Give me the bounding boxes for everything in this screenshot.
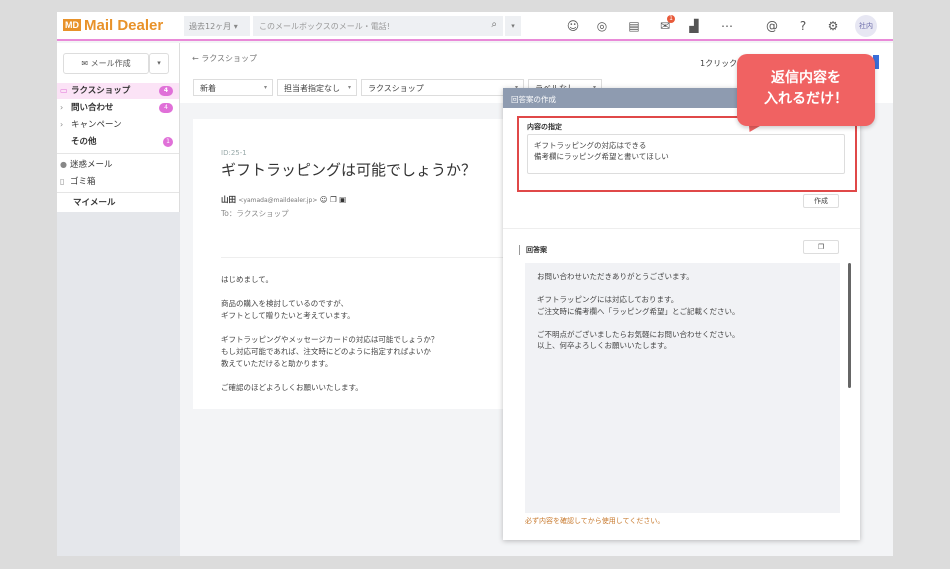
sidebar-item-my-mail[interactable]: マイメール	[57, 195, 179, 211]
divider	[57, 153, 179, 154]
contact-card-icon[interactable]: ▣	[339, 195, 346, 204]
content-input[interactable]: ギフトラッピングの対応はできる 備考欄にラッピング希望と書いてほしい	[527, 134, 845, 174]
top-header: MD Mail Dealer 過去12ヶ月 ▾ このメールボックスのメール・電話!…	[57, 12, 893, 41]
answer-label: 回答案	[519, 245, 547, 255]
logo[interactable]: MD Mail Dealer	[63, 17, 163, 34]
callout-line: 返信内容を	[771, 70, 841, 86]
trash-icon: ▯	[60, 177, 65, 186]
sidebar-item-inquiry[interactable]: › 問い合わせ 4	[57, 100, 179, 116]
gear-icon[interactable]: ⚙	[825, 18, 841, 34]
unread-count: 1	[163, 137, 173, 147]
copy-icon[interactable]: ❐	[330, 195, 337, 204]
spam-icon: ●	[60, 160, 67, 169]
search-input[interactable]: このメールボックスのメール・電話! ⌕	[253, 16, 503, 36]
expand-icon[interactable]: ›	[60, 100, 63, 116]
logo-mark: MD	[63, 19, 81, 31]
scrollbar[interactable]	[848, 263, 851, 388]
notification-badge: 1	[667, 15, 675, 23]
sidebar-item-label: その他	[71, 137, 97, 147]
sidebar-item-other[interactable]: その他 1	[57, 134, 179, 150]
answer-text[interactable]: お問い合わせいただきありがとうございます。 ギフトラッピングには対応しております…	[525, 263, 840, 513]
email-body: はじめまして。 商品の購入を検討しているのですが、 ギフトとして贈りたいと考えて…	[221, 275, 439, 392]
period-select[interactable]: 過去12ヶ月 ▾	[184, 16, 250, 36]
expand-icon[interactable]: ›	[60, 117, 63, 133]
sidebar-item-label: 問い合わせ	[71, 103, 114, 113]
mailbox-filter[interactable]: ラクスショップ▾	[361, 79, 524, 96]
divider	[57, 192, 179, 193]
help-icon[interactable]: ?	[795, 18, 811, 34]
inbox-icon: ▭	[60, 86, 68, 95]
copy-button[interactable]: ❐	[803, 240, 839, 254]
period-label: 過去12ヶ月	[189, 22, 232, 31]
divider	[503, 228, 860, 229]
breadcrumb-label: ラクスショップ	[201, 54, 258, 63]
filter-label: 新着	[200, 84, 216, 93]
unread-count: 4	[159, 86, 173, 96]
email-subject: ギフトラッピングは可能でしょうか？	[221, 161, 477, 179]
sidebar-item-campaign[interactable]: › キャンペーン	[57, 117, 179, 133]
sidebar-panel: ✉ メール作成 ▾ ▭ ラクスショップ 4 › 問い合わせ 4 › キャンペーン その他 1…	[57, 43, 180, 212]
avatar[interactable]: 社内	[855, 15, 877, 37]
divider	[221, 257, 511, 258]
chart-icon[interactable]: ▟	[686, 18, 702, 34]
sidebar-item-label: キャンペーン	[71, 120, 122, 130]
callout-bubble: 返信内容を入れるだけ！	[737, 54, 875, 126]
chevron-down-icon: ▾	[347, 84, 351, 91]
document-icon[interactable]: ▤	[626, 18, 642, 34]
email-to: To：ラクスショップ	[221, 209, 289, 218]
breadcrumb[interactable]: ← ラクスショップ	[192, 53, 257, 64]
sidebar-item-label: マイメール	[73, 198, 116, 208]
search-placeholder: このメールボックスのメール・電話!	[259, 22, 390, 31]
email-id: ID:25-1	[221, 149, 247, 157]
create-button[interactable]: 作成	[803, 194, 839, 208]
email-from: 山田 <yamada@maildealer.jp> ☺ ❐ ▣	[221, 194, 346, 205]
unread-count: 4	[159, 103, 173, 113]
compose-button[interactable]: ✉ メール作成	[63, 53, 149, 74]
sidebar: ✉ メール作成 ▾ ▭ ラクスショップ 4 › 問い合わせ 4 › キャンペーン その他 1…	[57, 43, 180, 556]
content-spec-section: 内容の指定 ギフトラッピングの対応はできる 備考欄にラッピング希望と書いてほしい	[517, 116, 857, 192]
compose-label: メール作成	[90, 59, 131, 68]
warning-text: 必ず内容を確認してから使用してください。	[525, 517, 665, 525]
more-icon[interactable]: ⋯	[719, 18, 735, 34]
search-icon[interactable]: ⌕	[491, 19, 497, 30]
email-card: ID:25-1 ギフトラッピングは可能でしょうか？ 山田 <yamada@mai…	[193, 119, 511, 409]
reply-draft-panel: 回答案の作成 内容の指定 ギフトラッピングの対応はできる 備考欄にラッピング希望…	[503, 88, 860, 540]
sidebar-item-trash[interactable]: ▯ ゴミ箱	[57, 174, 179, 190]
sender-email: <yamada@maildealer.jp>	[238, 197, 318, 204]
smile-icon[interactable]: ☺	[565, 18, 581, 34]
copy-icon: ❐	[817, 243, 825, 251]
sender-name: 山田	[221, 195, 236, 204]
status-filter[interactable]: 新着 ▾	[193, 79, 273, 96]
content-label: 内容の指定	[527, 123, 562, 131]
chevron-down-icon: ▾	[263, 84, 267, 91]
filter-label: ラクスショップ	[368, 84, 424, 93]
filter-label: 担当者指定なし	[284, 84, 340, 93]
sidebar-item-label: 迷惑メール	[70, 160, 113, 170]
search-options-dropdown[interactable]: ▾	[505, 16, 521, 36]
sidebar-item-label: ラクスショップ	[71, 86, 131, 96]
callout-line: 入れるだけ！	[764, 91, 848, 107]
sidebar-item-rakus-shop[interactable]: ▭ ラクスショップ 4	[57, 83, 179, 99]
assignee-filter[interactable]: 担当者指定なし ▾	[277, 79, 357, 96]
chat-icon[interactable]: ◎	[594, 18, 610, 34]
mention-icon[interactable]: @	[764, 18, 780, 34]
face-icon[interactable]: ☺	[320, 195, 328, 204]
logo-text: Mail Dealer	[84, 17, 164, 34]
one-click-label[interactable]: 1クリック	[700, 58, 737, 69]
sidebar-item-spam[interactable]: ● 迷惑メール	[57, 157, 179, 173]
sidebar-item-label: ゴミ箱	[70, 177, 96, 187]
compose-dropdown[interactable]: ▾	[149, 53, 169, 74]
